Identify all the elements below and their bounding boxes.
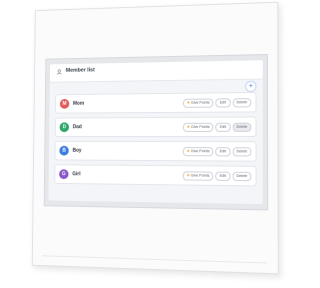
header-bar: Member list <box>49 60 263 83</box>
member-row: M Mom ★ Give Points Edit Delete <box>55 91 257 114</box>
user-icon <box>56 69 62 75</box>
member-row: G Girl ★ Give Points Edit Delete <box>54 164 257 187</box>
page-title: Member list <box>65 67 95 74</box>
row-actions: ★ Give Points Edit Delete <box>182 147 252 157</box>
avatar: D <box>59 122 70 133</box>
app-screen: Member list + M Mom ★ Give Points Edit De… <box>48 60 263 205</box>
row-actions: ★ Give Points Edit Delete <box>182 171 252 182</box>
member-row: D Dad ★ Give Points Edit Delete <box>54 116 257 137</box>
screen-bezel: Member list + M Mom ★ Give Points Edit De… <box>43 53 269 211</box>
avatar: M <box>59 98 70 109</box>
edit-button[interactable]: Edit <box>215 122 231 132</box>
row-actions: ★ Give Points Edit Delete <box>182 98 252 108</box>
avatar: B <box>59 145 69 156</box>
edit-button[interactable]: Edit <box>215 171 231 181</box>
member-name: Girl <box>72 171 81 178</box>
delete-button[interactable]: Delete <box>232 122 252 132</box>
member-name: Dad <box>72 124 82 131</box>
star-icon: ★ <box>186 124 190 129</box>
row-actions: ★ Give Points Edit Delete <box>182 122 252 132</box>
star-icon: ★ <box>186 149 190 154</box>
add-member-button[interactable]: + <box>245 80 257 93</box>
star-icon: ★ <box>186 173 190 178</box>
give-points-button[interactable]: ★ Give Points <box>182 171 214 181</box>
member-name: Boy <box>72 147 82 154</box>
monitor-frame: Member list + M Mom ★ Give Points Edit De… <box>31 1 279 275</box>
give-points-button[interactable]: ★ Give Points <box>182 147 214 157</box>
avatar: G <box>59 169 69 180</box>
frame-divider <box>42 255 268 264</box>
member-name: Mom <box>73 100 85 107</box>
edit-button[interactable]: Edit <box>215 147 231 157</box>
member-list: M Mom ★ Give Points Edit Delete D Dad ★ Gi… <box>54 91 257 191</box>
star-icon: ★ <box>186 100 191 105</box>
give-points-button[interactable]: ★ Give Points <box>182 122 214 132</box>
member-row: B Boy ★ Give Points Edit Delete <box>54 140 257 162</box>
edit-button[interactable]: Edit <box>215 98 231 108</box>
delete-button[interactable]: Delete <box>232 171 252 182</box>
delete-button[interactable]: Delete <box>232 147 252 157</box>
give-points-button[interactable]: ★ Give Points <box>182 98 214 108</box>
delete-button[interactable]: Delete <box>232 98 252 108</box>
